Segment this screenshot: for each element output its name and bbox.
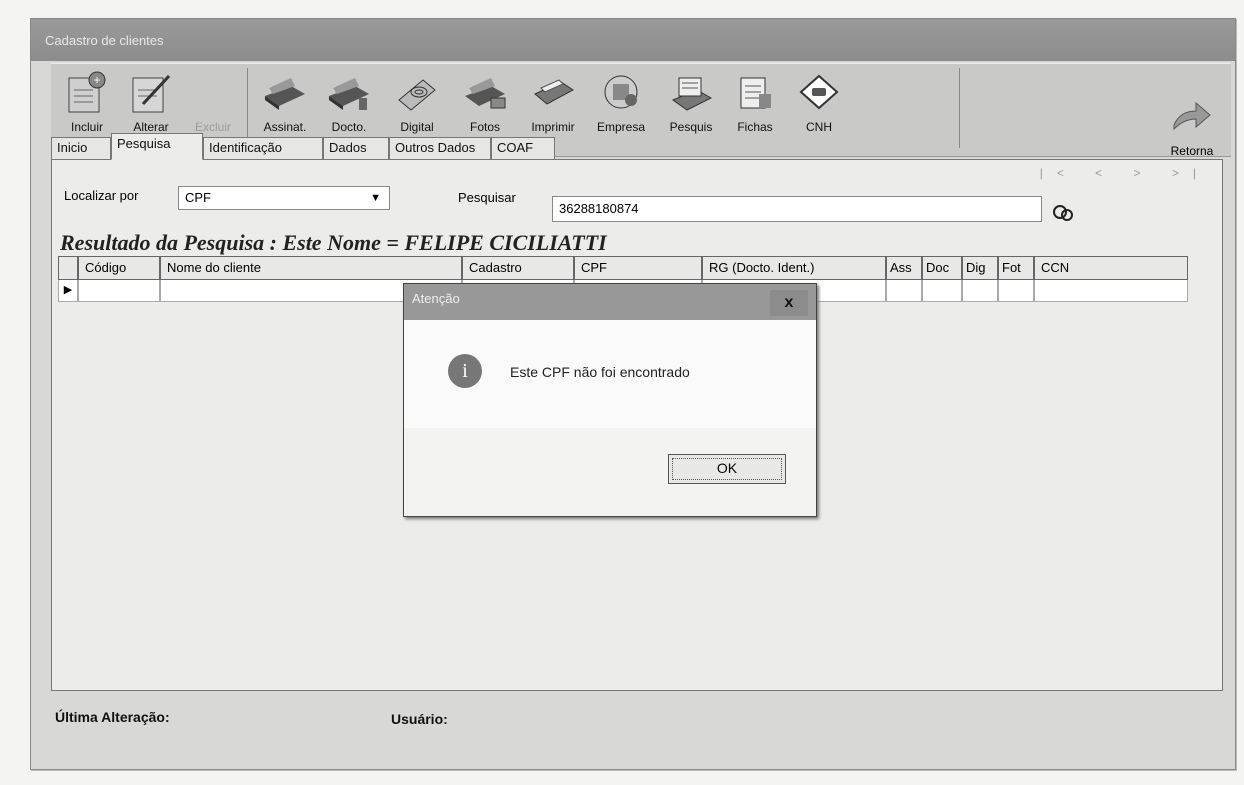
imprimir-label: Imprimir — [531, 120, 575, 134]
svg-text:+: + — [93, 73, 100, 87]
add-document-icon: + — [68, 71, 106, 113]
close-icon[interactable]: x — [770, 290, 808, 316]
return-arrow-icon — [1173, 101, 1211, 131]
tab-coaf[interactable]: COAF — [491, 137, 555, 159]
fotos-label: Fotos — [469, 120, 500, 134]
incluir-label: Incluir — [70, 120, 103, 134]
company-icon — [604, 75, 638, 109]
localizar-value: CPF — [185, 190, 211, 205]
alterar-button[interactable]: Alterar — [121, 70, 181, 134]
pesquis-label: Pesquis — [669, 120, 713, 134]
empresa-label: Empresa — [596, 120, 646, 134]
cell-dig[interactable] — [962, 280, 998, 302]
docto-label: Docto. — [331, 120, 367, 134]
forms-icon — [740, 77, 771, 109]
empresa-button[interactable]: Empresa — [591, 70, 651, 134]
edit-document-icon — [132, 74, 171, 113]
excluir-label: Excluir — [194, 120, 231, 134]
retorna-button[interactable]: Retorna — [1157, 99, 1227, 158]
assinat-label: Assinat. — [263, 120, 307, 134]
tab-outros-dados[interactable]: Outros Dados — [389, 137, 491, 159]
ok-button[interactable]: OK — [668, 454, 786, 484]
toolbar-separator — [247, 68, 248, 148]
fichas-label: Fichas — [737, 120, 773, 134]
localizar-select[interactable]: CPF ▼ — [178, 186, 390, 210]
localizar-label: Localizar por — [64, 188, 139, 203]
tab-inicio[interactable]: Inicio — [51, 137, 111, 159]
cell-ccn[interactable] — [1034, 280, 1188, 302]
search-button[interactable] — [1052, 204, 1074, 229]
col-codigo[interactable]: Código — [78, 256, 160, 280]
cell-fot[interactable] — [998, 280, 1034, 302]
retorna-label: Retorna — [1170, 144, 1214, 158]
col-rg[interactable]: RG (Docto. Ident.) — [702, 256, 886, 280]
tab-pesquisa[interactable]: Pesquisa — [111, 133, 203, 160]
table-header: Código Nome do cliente Cadastro CPF RG (… — [58, 256, 1196, 280]
col-ccn[interactable]: CCN — [1034, 256, 1188, 280]
ultima-alteracao-label: Última Alteração: — [55, 709, 170, 725]
col-cadastro[interactable]: Cadastro — [462, 256, 574, 280]
window-title: Cadastro de clientes — [45, 33, 164, 48]
cell-codigo[interactable] — [78, 280, 160, 302]
excluir-button[interactable]: Excluir — [183, 70, 243, 134]
pesquis-button[interactable]: Pesquis — [661, 70, 721, 134]
col-nome[interactable]: Nome do cliente — [160, 256, 462, 280]
cell-doc[interactable] — [922, 280, 962, 302]
cnh-label: CNH — [806, 120, 832, 134]
assinat-button[interactable]: Assinat. — [255, 70, 315, 134]
digital-button[interactable]: Digital — [387, 70, 447, 134]
chevron-down-icon[interactable]: ▼ — [370, 187, 381, 209]
dialog-title: Atenção — [412, 291, 460, 306]
result-title: Resultado da Pesquisa : Este Nome = FELI… — [60, 230, 607, 255]
fotos-button[interactable]: Fotos — [455, 70, 515, 134]
tab-identificacao[interactable]: Identificação — [203, 137, 323, 159]
digital-label: Digital — [400, 120, 434, 134]
scanner-icon — [265, 78, 305, 110]
docto-button[interactable]: Docto. — [319, 70, 379, 134]
search-input[interactable]: 36288180874 — [552, 196, 1042, 222]
col-ass[interactable]: Ass — [886, 256, 922, 280]
info-icon: i — [448, 354, 482, 388]
col-doc[interactable]: Doc — [922, 256, 962, 280]
imprimir-button[interactable]: Imprimir — [523, 70, 583, 134]
tab-dados[interactable]: Dados — [323, 137, 389, 159]
camera-scanner-icon — [465, 78, 506, 109]
incluir-button[interactable]: + Incluir — [57, 70, 117, 134]
printer-icon — [534, 79, 574, 105]
delete-icon — [191, 70, 235, 116]
cell-ass[interactable] — [886, 280, 922, 302]
pesquisar-label: Pesquisar — [458, 190, 516, 205]
search-records-icon — [671, 77, 713, 111]
col-cpf[interactable]: CPF — [574, 256, 702, 280]
alterar-label: Alterar — [133, 120, 169, 134]
row-pointer-icon: ▶ — [58, 280, 78, 302]
record-navigator[interactable]: |< < > >| — [1040, 166, 1210, 180]
title-bar: Cadastro de clientes — [31, 19, 1235, 61]
fingerprint-scanner-icon — [398, 79, 436, 111]
dialog-message: Este CPF não foi encontrado — [510, 364, 690, 380]
row-indicator-header — [58, 256, 78, 280]
col-fot[interactable]: Fot — [998, 256, 1034, 280]
driver-license-icon — [799, 74, 839, 110]
dialog-body: i Este CPF não foi encontrado — [404, 320, 816, 428]
search-icon — [1053, 205, 1073, 221]
col-dig[interactable]: Dig — [962, 256, 998, 280]
dialog-title-bar: Atenção x — [404, 284, 816, 320]
usuario-label: Usuário: — [391, 711, 448, 727]
alert-dialog: Atenção x i Este CPF não foi encontrado … — [403, 283, 817, 517]
cnh-button[interactable]: CNH — [789, 70, 849, 134]
fichas-button[interactable]: Fichas — [725, 70, 785, 134]
scanner-icon — [329, 78, 369, 110]
toolbar-separator — [959, 68, 960, 148]
